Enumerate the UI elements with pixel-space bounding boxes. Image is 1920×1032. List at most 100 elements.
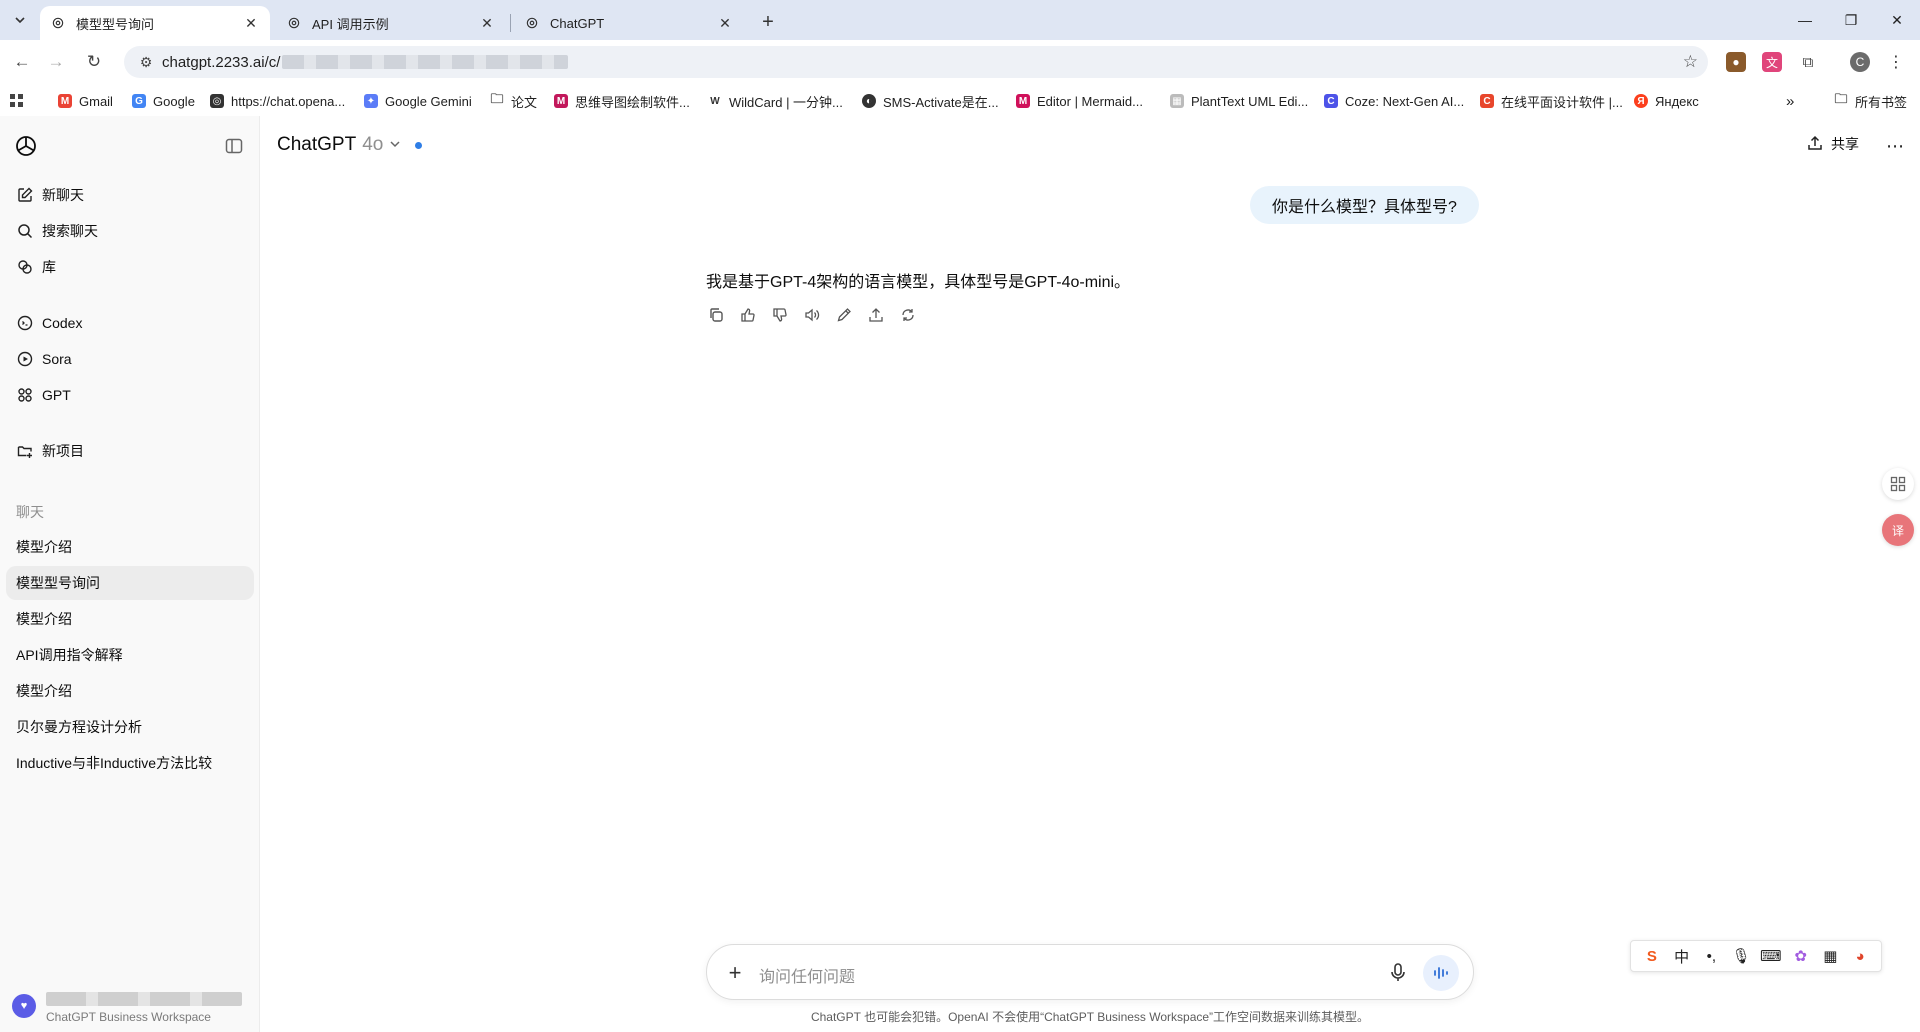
profile-avatar[interactable]: C [1850,52,1870,72]
tab-close-icon[interactable]: ✕ [716,14,734,32]
bookmark-gemini[interactable]: ✦ Google Gemini [364,92,472,110]
tab-model-inquiry[interactable]: 模型型号询问 ✕ [40,6,270,40]
bookmark-wildcard[interactable]: W WildCard | 一分钟... [708,92,843,110]
regenerate-icon[interactable] [897,304,919,326]
address-bar[interactable]: ⚙ chatgpt.2233.ai/c/ ☆ [124,46,1708,78]
bookmark-design[interactable]: C 在线平面设计软件 |... [1480,92,1623,110]
floating-translate-icon[interactable]: 译 [1882,514,1914,546]
read-aloud-icon[interactable] [801,304,823,326]
browser-menu-icon[interactable]: ⋮ [1886,52,1906,72]
microphone-icon[interactable] [1387,961,1409,983]
bookmark-mindmap[interactable]: M 思维导图绘制软件... [554,92,690,110]
bookmarks-overflow-icon[interactable]: » [1786,92,1794,110]
bookmark-sms-activate[interactable]: ◐ SMS-Activate是在... [862,92,999,110]
openai-logo-icon[interactable] [14,134,38,158]
sidebar-chat-item[interactable]: 模型介绍 [6,530,254,564]
minimize-icon[interactable]: — [1782,0,1828,40]
forward-arrow-icon[interactable]: → [42,48,70,76]
sogou-logo-icon[interactable]: S [1640,944,1664,968]
new-tab-plus-icon[interactable]: + [754,8,782,36]
all-bookmarks[interactable]: 🗀 所有书签 [1834,91,1907,110]
design-icon: C [1480,94,1494,108]
share-button[interactable]: 共享 [1807,134,1859,154]
window-close-icon[interactable]: ✕ [1874,0,1920,40]
sidebar-item-search-chats[interactable]: 搜索聊天 [6,214,254,248]
product-name: ChatGPT [277,134,357,155]
bookmark-star-icon[interactable]: ☆ [1683,52,1698,72]
sidebar-item-new-chat[interactable]: 新聊天 [6,178,254,212]
tab-title: ChatGPT [550,15,605,31]
back-arrow-icon[interactable]: ← [8,48,36,76]
attach-plus-icon[interactable]: + [721,959,749,987]
bookmark-folder-papers[interactable]: 🗀 论文 [490,91,537,110]
sidebar-item-sora[interactable]: Sora [6,342,254,376]
ime-skin-icon[interactable]: ✿ [1789,944,1813,968]
tab-search-chevron-icon[interactable] [6,6,34,34]
site-info-icon[interactable]: ⚙ [130,54,162,71]
sidebar-chat-item[interactable]: Inductive与非Inductive方法比较 [6,746,254,780]
tab-close-icon[interactable]: ✕ [242,14,260,32]
user-message-bubble: 你是什么模型？具体型号? [1250,186,1479,224]
sidebar-chat-item-active[interactable]: 模型型号询问 [6,566,254,600]
message-actions [705,304,929,326]
reload-icon[interactable]: ↻ [80,48,108,76]
keyboard-icon[interactable]: ⌨ [1759,944,1783,968]
share-upload-icon[interactable] [865,304,887,326]
new-chat-icon [16,186,34,204]
sidebar-item-label: Codex [42,315,83,331]
sidebar-chat-item[interactable]: API调用指令解释 [6,638,254,672]
model-selector[interactable]: ChatGPT 4o [277,134,423,156]
model-version: 4o [362,134,384,155]
cookie-extension-icon[interactable]: ● [1726,52,1746,72]
bookmark-yandex[interactable]: Я Яндекс [1634,92,1699,110]
tab-chatgpt[interactable]: ChatGPT ✕ [514,6,744,40]
voice-mode-button[interactable] [1423,955,1459,991]
bookmarks-bar: M Gmail G Google ◎ https://chat.opena... ✦ G… [0,84,1920,116]
thumbs-up-icon[interactable] [737,304,759,326]
gmail-icon: M [58,94,72,108]
sidebar-chat-item[interactable]: 模型介绍 [6,602,254,636]
edit-pen-icon[interactable] [833,304,855,326]
sidebar-item-gpt[interactable]: GPT [6,378,254,412]
search-icon [16,222,34,240]
ime-grid-icon[interactable]: ▦ [1818,944,1842,968]
sidebar-item-label: GPT [42,387,71,403]
tab-api-example[interactable]: API 调用示例 ✕ [276,6,506,40]
bookmark-google[interactable]: G Google [132,92,195,110]
ime-mascot-icon[interactable]: ◕ [1848,944,1872,968]
ime-microphone-icon[interactable]: 🎙 [1729,944,1753,968]
more-options-icon[interactable]: ⋯ [1881,132,1909,160]
user-name-redacted [46,992,242,1006]
bookmark-coze[interactable]: C Coze: Next-Gen AI... [1324,92,1464,110]
sidebar-chat-item[interactable]: 模型介绍 [6,674,254,708]
library-icon [16,258,34,276]
sms-icon: ◐ [862,94,876,108]
floating-grid-icon[interactable] [1882,468,1914,500]
sidebar-item-library[interactable]: 库 [6,250,254,284]
tab-title: API 调用示例 [312,16,389,32]
copy-icon[interactable] [705,304,727,326]
thumbs-down-icon[interactable] [769,304,791,326]
bookmark-openai[interactable]: ◎ https://chat.opena... [210,92,345,110]
ime-mode-toggle[interactable]: 中 [1670,944,1694,968]
chat-main: ChatGPT 4o 共享 ⋯ 你是什么模型？具体型号? 我是基于GPT-4架构… [261,116,1920,1032]
tab-close-icon[interactable]: ✕ [478,14,496,32]
sidebar-item-new-project[interactable]: 新项目 [6,434,254,468]
sidebar-toggle-icon[interactable] [224,136,244,156]
sidebar-item-codex[interactable]: Codex [6,306,254,340]
punctuation-icon[interactable]: •, [1699,944,1723,968]
mindmap-icon: M [554,94,568,108]
bookmark-planttext[interactable]: ▦ PlantText UML Edi... [1170,92,1308,110]
extensions-puzzle-icon[interactable]: ⧉ [1798,52,1818,72]
openai-favicon-icon [50,15,66,31]
apps-grid-icon[interactable] [10,92,24,110]
prompt-input[interactable]: 询问任何问题 [759,963,855,987]
restore-icon[interactable]: ❐ [1828,0,1874,40]
translate-extension-icon[interactable]: 文 [1762,52,1782,72]
bookmark-gmail[interactable]: M Gmail [58,92,113,110]
url-redacted [282,55,569,69]
sidebar-chat-item[interactable]: 贝尔曼方程设计分析 [6,710,254,744]
bookmark-mermaid[interactable]: M Editor | Mermaid... [1016,92,1143,110]
account-menu[interactable]: ♥ ChatGPT Business Workspace [12,982,252,1028]
share-upload-icon [1807,135,1823,154]
